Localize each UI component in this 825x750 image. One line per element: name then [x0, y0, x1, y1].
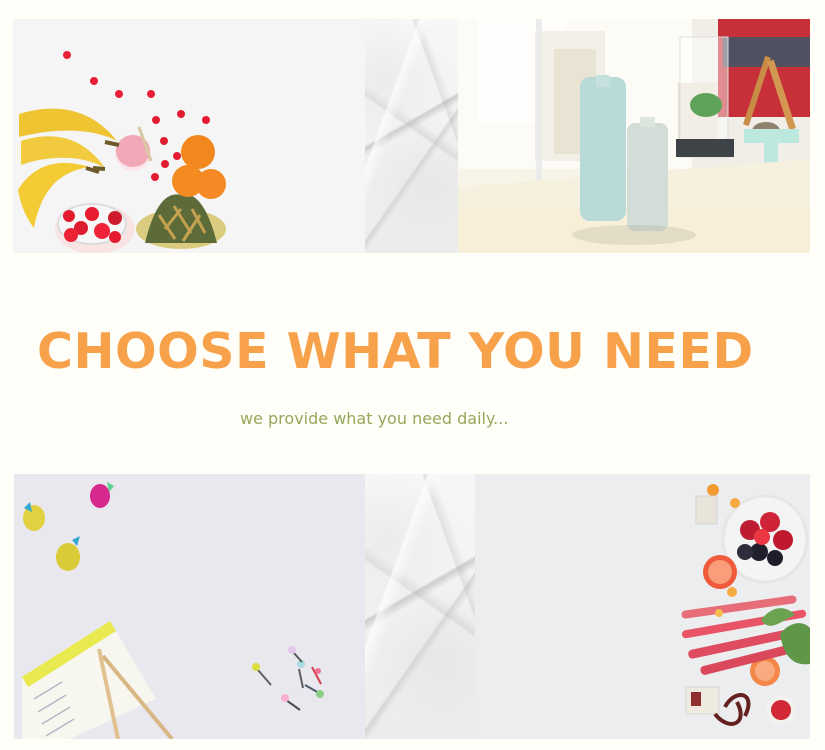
marble-panel-bottom — [365, 474, 475, 739]
bottles-photo-image — [458, 19, 810, 253]
fruit-photo-image — [13, 19, 365, 253]
fruit-photo — [13, 19, 365, 253]
berries-photo — [475, 474, 810, 739]
bottles-photo — [458, 19, 810, 253]
desk-photo — [14, 474, 365, 739]
page-canvas: CHOOSE WHAT YOU NEED we provide what you… — [0, 0, 825, 750]
marble-panel-top — [365, 19, 458, 253]
page-title: CHOOSE WHAT YOU NEED — [37, 323, 754, 380]
page-subtitle: we provide what you need daily... — [240, 409, 509, 428]
desk-photo-image — [14, 474, 365, 739]
berries-photo-image — [475, 474, 810, 739]
